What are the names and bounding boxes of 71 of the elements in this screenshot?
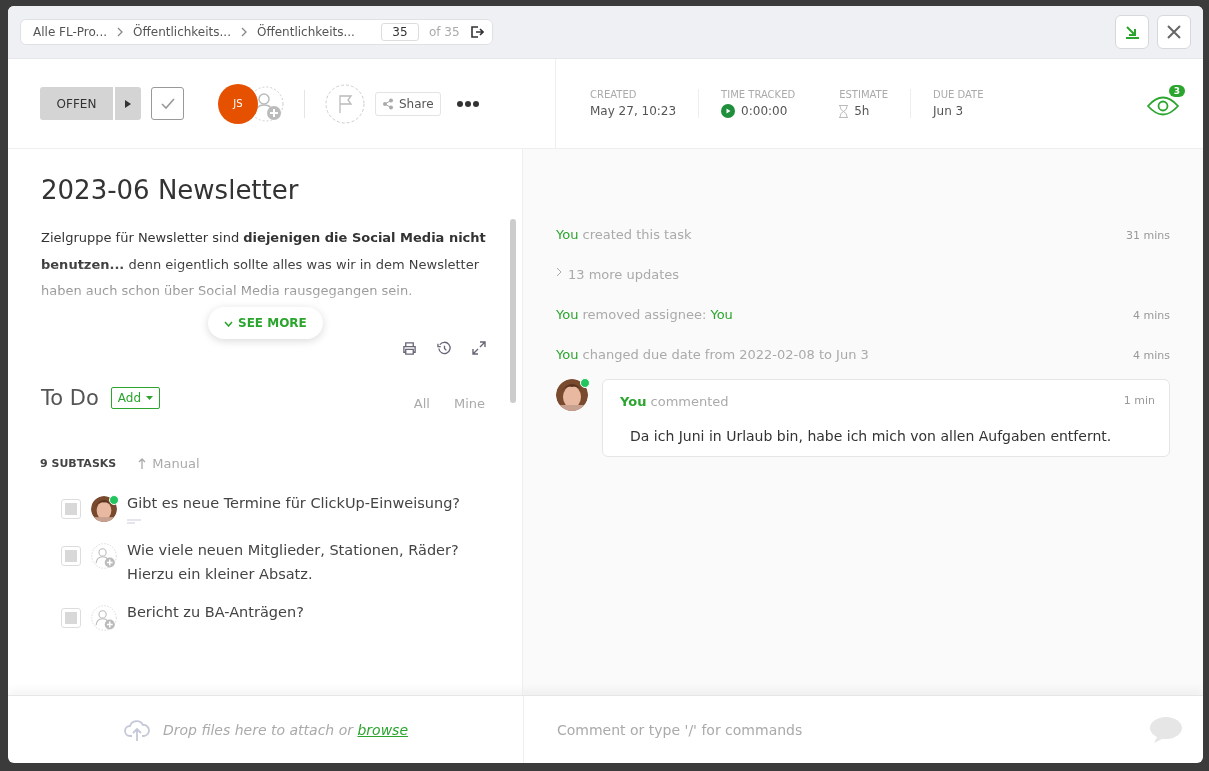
- print-icon[interactable]: [402, 340, 417, 356]
- history-icon[interactable]: [437, 340, 452, 356]
- attach-hint: Drop files here to attach or browse: [162, 721, 409, 738]
- field-label: CREATED: [590, 89, 638, 100]
- flag-icon[interactable]: [325, 83, 365, 124]
- subtask-checkbox[interactable]: [61, 607, 81, 628]
- hourglass-icon: [839, 104, 849, 118]
- comment-field[interactable]: Comment or type '/' for commands: [555, 720, 1149, 739]
- close-icon: [1167, 25, 1181, 39]
- field-value: 0:00:00: [741, 104, 788, 118]
- breadcrumb-link[interactable]: Öffentlichkeits...: [257, 25, 355, 39]
- description-icon: [127, 518, 141, 524]
- total-count: of 35: [428, 25, 460, 39]
- field-label: DUE DATE: [933, 89, 984, 100]
- chevron-right-icon[interactable]: [556, 267, 562, 277]
- exit-icon[interactable]: [469, 25, 484, 39]
- chevron-icon: [241, 27, 247, 37]
- expand-icon[interactable]: [472, 340, 486, 355]
- comment-time: 1 min: [1123, 394, 1155, 409]
- assignee-avatar[interactable]: JS: [218, 83, 258, 124]
- position-field[interactable]: 35: [380, 23, 419, 41]
- comment-header: You commented: [620, 394, 729, 409]
- chevron-down-icon: [224, 320, 233, 327]
- field-label: TIME TRACKED: [721, 89, 796, 100]
- share-button[interactable]: Share: [375, 91, 441, 116]
- arrow-up-icon[interactable]: [138, 457, 147, 469]
- online-dot: [109, 494, 119, 505]
- activity-entry: You changed due date from 2022-02-08 to Jun 3: [556, 347, 869, 362]
- activity-entry: You created this task: [556, 227, 692, 242]
- subtask-title[interactable]: Wie viele neuen Mitglieder, Stationen, Räder? Hierzu ein kleiner Absatz.: [127, 537, 507, 586]
- activity-time: 4 mins: [1133, 309, 1170, 322]
- close-button[interactable]: [1157, 15, 1191, 49]
- activity-time: 31 mins: [1126, 229, 1170, 242]
- activity-entry: You removed assignee: You: [556, 307, 733, 322]
- cloud-upload-icon: [122, 717, 151, 742]
- online-dot: [580, 378, 590, 388]
- task-description: Zielgruppe für Newsletter sind diejenigen die Social Media nicht benutzen... denn eigentlich sollte alles was wir in dem Newsletter haben auch schon über Social Media rausgegangen sein.: [41, 229, 487, 300]
- field-label: ESTIMATE: [839, 89, 888, 100]
- field-value: May 27, 10:23: [590, 104, 677, 118]
- play-icon[interactable]: [721, 104, 736, 118]
- task-title: 2023-06 Newsletter: [41, 175, 300, 205]
- subtask-count: 9 SUBTASKS: [40, 456, 117, 470]
- complete-button[interactable]: [151, 87, 184, 120]
- caret-icon: [125, 99, 131, 108]
- share-icon: [382, 97, 394, 110]
- check-icon: [160, 97, 175, 110]
- breadcrumb-link[interactable]: Alle FL-Pro...: [33, 25, 108, 39]
- watcher-count: 3: [1168, 84, 1185, 97]
- add-assignee-icon[interactable]: [91, 604, 117, 631]
- subtask-title[interactable]: Bericht zu BA-Anträgen?: [127, 599, 507, 624]
- subtask-checkbox[interactable]: [61, 498, 81, 519]
- download-icon: [1124, 24, 1140, 40]
- user-avatar: [556, 379, 588, 411]
- user-avatar: [91, 495, 117, 522]
- field-value: Jun 3: [933, 104, 964, 118]
- chevron-icon: [117, 27, 124, 37]
- activity-time: 4 mins: [1133, 349, 1170, 362]
- eye-icon[interactable]: [1147, 94, 1179, 117]
- status-arrow-button[interactable]: [113, 87, 141, 120]
- more-icon[interactable]: [456, 100, 479, 107]
- caret-icon: [146, 396, 154, 400]
- scrollbar[interactable]: [510, 219, 516, 403]
- download-button[interactable]: [1115, 15, 1149, 49]
- status-button[interactable]: OFFEN: [40, 87, 113, 120]
- add-assignee-icon[interactable]: [91, 542, 117, 569]
- subtask-title[interactable]: Gibt es neue Termine für ClickUp-Einweisung?: [127, 490, 507, 515]
- section-title: To Do: [41, 386, 99, 410]
- comment-text: Da ich Juni in Urlaub bin, habe ich mich von allen Aufgaben entfernt.: [630, 428, 1113, 444]
- field-value: 5h: [854, 104, 870, 118]
- breadcrumb-link[interactable]: Öffentlichkeits...: [133, 25, 231, 39]
- subtask-checkbox[interactable]: [61, 545, 81, 566]
